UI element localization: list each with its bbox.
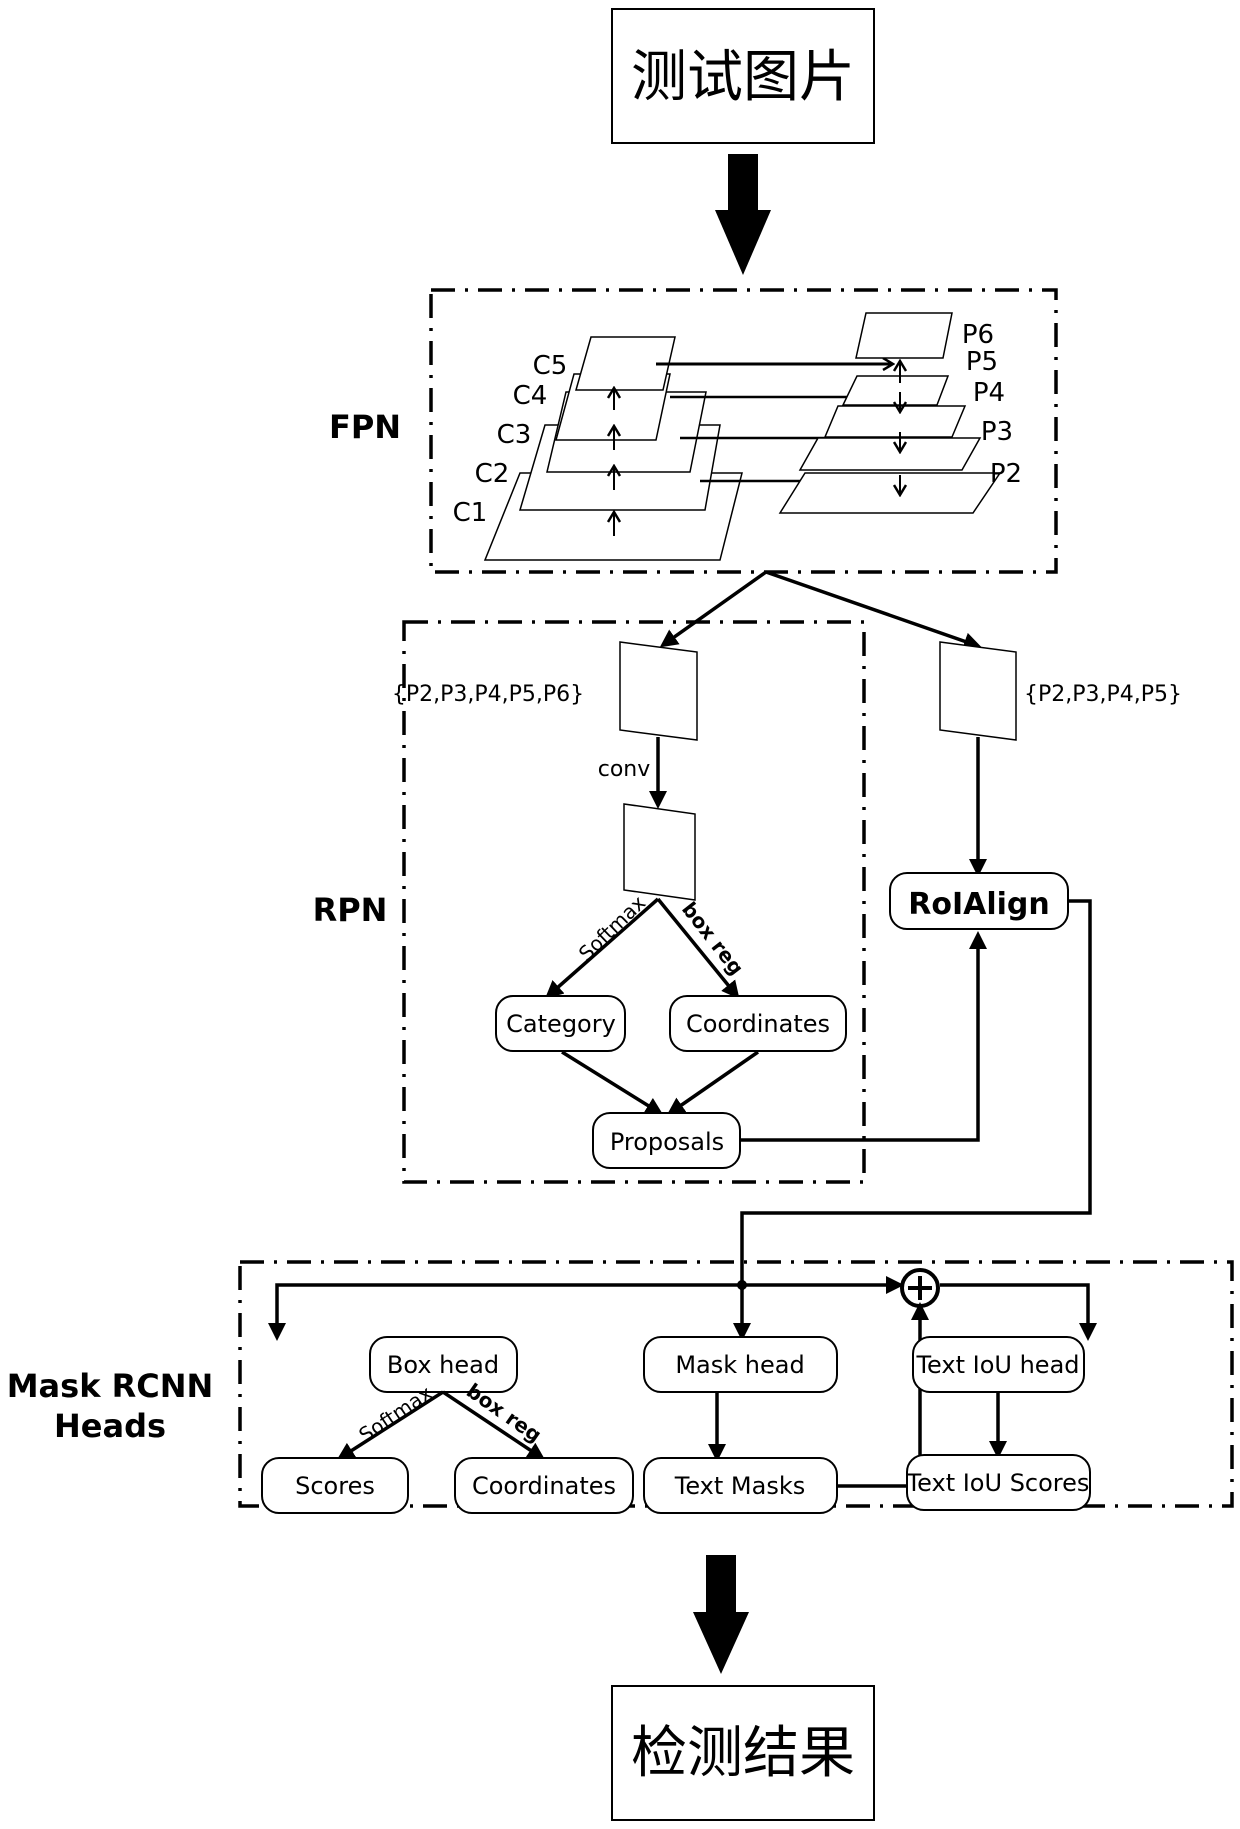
svg-text:Text IoU Scores: Text IoU Scores xyxy=(906,1469,1090,1497)
heads-coordinates-node: Coordinates xyxy=(454,1457,634,1514)
heads-distribution-bus xyxy=(268,1276,1097,1341)
svg-text:Coordinates: Coordinates xyxy=(472,1472,616,1500)
p6-label: P6 xyxy=(962,320,994,350)
rpn-feature-map xyxy=(619,641,698,741)
detection-result-box: 检测结果 xyxy=(611,1685,875,1821)
rpn-feature-label: {P2,P3,P4,P5,P6} xyxy=(392,682,584,707)
p5-layer xyxy=(841,375,950,406)
category-to-proposals-arrow xyxy=(561,1050,664,1116)
roi-feature-label: {P2,P3,P4,P5} xyxy=(1024,682,1182,707)
c1-label: C1 xyxy=(453,498,488,528)
p2-label: P2 xyxy=(990,459,1022,489)
coordinates-to-proposals-arrow xyxy=(666,1050,759,1116)
svg-text:Text IoU head: Text IoU head xyxy=(915,1351,1079,1379)
p4-label: P4 xyxy=(973,378,1005,408)
c2-label: C2 xyxy=(475,459,510,489)
svg-text:Box head: Box head xyxy=(387,1351,499,1379)
input-image-label: 测试图片 xyxy=(631,45,855,110)
fpn-to-roi-arrow xyxy=(765,570,982,650)
detection-result-label: 检测结果 xyxy=(631,1721,855,1786)
roi-feature-map xyxy=(939,641,1017,741)
p6-layer xyxy=(855,312,953,359)
rpn-coordinates-node: Coordinates xyxy=(669,995,847,1052)
fpn-top-down-pyramid: P2 P3 P4 P5 P6 xyxy=(778,312,1022,514)
proposals-node: Proposals xyxy=(592,1112,741,1169)
roialign-node: RoIAlign xyxy=(889,872,1069,930)
scores-node: Scores xyxy=(261,1457,409,1514)
svg-text:Text Masks: Text Masks xyxy=(674,1472,806,1500)
svg-text:Coordinates: Coordinates xyxy=(686,1010,830,1038)
p3-label: P3 xyxy=(981,417,1013,447)
big-down-arrow-icon xyxy=(693,1555,749,1674)
conv-label: conv xyxy=(598,757,651,782)
svg-text:Category: Category xyxy=(506,1010,616,1038)
text-iou-head-node: Text IoU head xyxy=(912,1336,1085,1393)
heads-section-label-line2: Heads xyxy=(54,1407,166,1445)
c5-label: C5 xyxy=(533,351,568,381)
p5-label: P5 xyxy=(966,347,998,377)
c3-label: C3 xyxy=(497,420,532,450)
rpn-section-label: RPN xyxy=(313,891,388,929)
roialign-to-heads-connector xyxy=(740,899,1092,1290)
text-masks-to-sum-connector xyxy=(837,1302,929,1488)
text-iou-scores-node: Text IoU Scores xyxy=(906,1454,1091,1511)
mask-head-node: Mask head xyxy=(643,1336,838,1393)
rpn-conv-feature-map xyxy=(623,803,696,901)
svg-text:Mask head: Mask head xyxy=(675,1351,804,1379)
big-down-arrow-icon xyxy=(715,154,771,275)
box-head-node: Box head xyxy=(369,1336,518,1393)
input-image-box: 测试图片 xyxy=(611,8,875,144)
sum-node-icon xyxy=(900,1268,940,1308)
c4-label: C4 xyxy=(513,381,548,411)
category-node: Category xyxy=(495,995,626,1052)
heads-section-label-line1: Mask RCNN xyxy=(7,1367,214,1405)
mask-rcnn-pipeline-diagram: 测试图片 FPN C1 C2 C3 C4 C5 P2 P3 P4 P5 P6 R… xyxy=(7,8,1234,1821)
fpn-to-rpn-arrow xyxy=(659,570,768,648)
p4-layer xyxy=(823,405,967,438)
svg-text:Scores: Scores xyxy=(295,1472,375,1500)
fpn-section-label: FPN xyxy=(329,408,401,446)
svg-text:Proposals: Proposals xyxy=(610,1128,724,1156)
rpn-softmax-label: Softmax xyxy=(574,891,651,966)
p3-layer xyxy=(798,437,982,471)
p2-layer xyxy=(778,472,1002,514)
fpn-bottom-up-pyramid: C1 C2 C3 C4 C5 xyxy=(453,336,743,561)
svg-text:RoIAlign: RoIAlign xyxy=(908,887,1050,922)
text-masks-node: Text Masks xyxy=(643,1457,838,1514)
